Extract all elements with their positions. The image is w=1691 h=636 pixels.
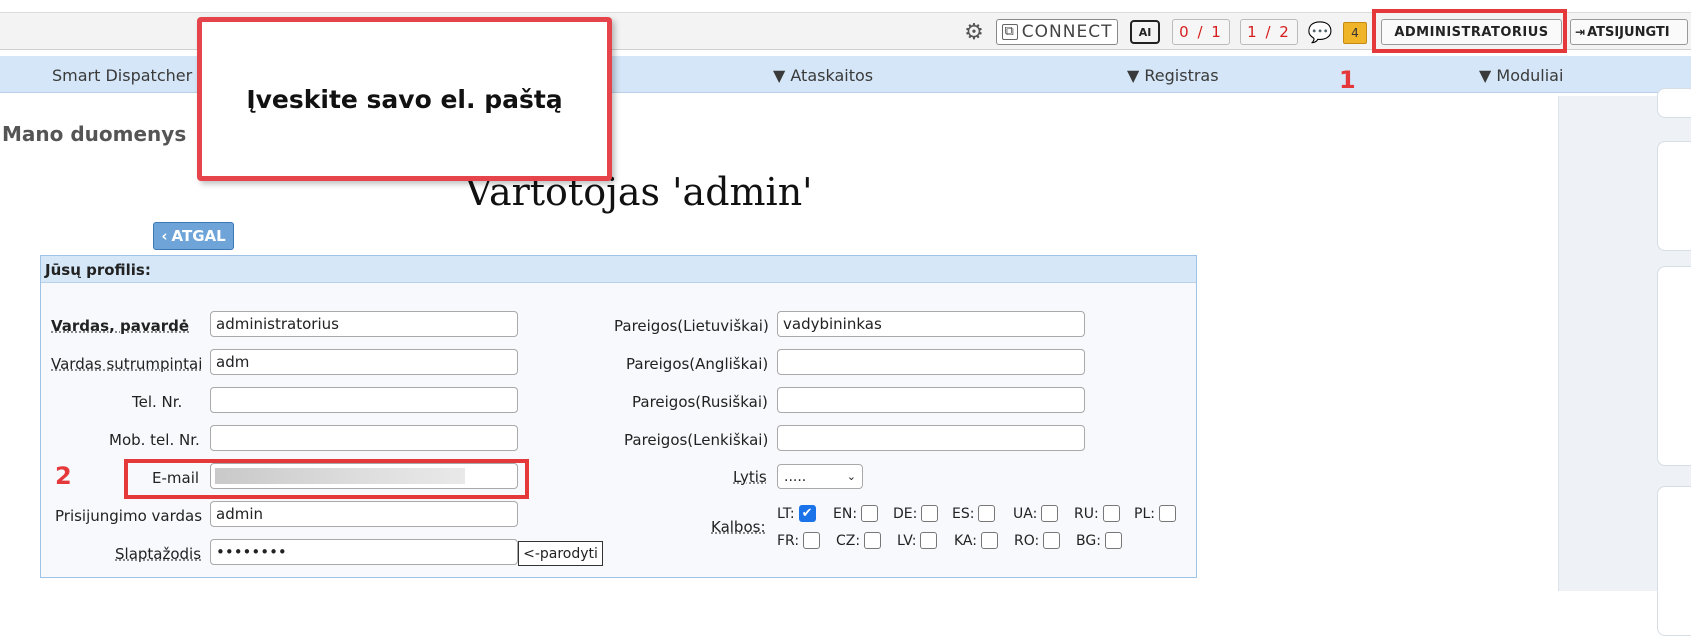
gear-icon[interactable]: ⚙ (960, 19, 988, 45)
languages-label: Kalbos: (711, 518, 766, 536)
position-pl-label: Pareigos(Lenkiškai) (624, 431, 769, 449)
counter-badge-2[interactable]: 1 / 2 (1240, 19, 1298, 45)
profile-form: Jūsų profilis: Vardas, pavardė Vardas su… (40, 255, 1197, 578)
lang-code: UA: (1013, 505, 1038, 522)
lang-code: FR: (777, 532, 800, 549)
profile-header: Jūsų profilis: (41, 256, 1196, 283)
lang-ua[interactable]: UA: (1013, 505, 1059, 522)
gender-select[interactable]: ..... ⌄ (777, 464, 863, 489)
mobile-label: Mob. tel. Nr. (109, 431, 200, 449)
lang-code: CZ: (836, 532, 861, 549)
lang-code: DE: (893, 505, 918, 522)
phone-input[interactable] (210, 387, 518, 413)
position-lt-label: Pareigos(Lietuviškai) (614, 317, 769, 335)
password-input[interactable] (210, 539, 518, 565)
chevron-down-icon: ⌄ (846, 470, 856, 483)
password-label: Slaptažodis (115, 545, 202, 563)
lang-bg[interactable]: BG: (1076, 532, 1122, 549)
lang-en[interactable]: EN: (833, 505, 879, 522)
notification-icon[interactable]: 4 (1343, 22, 1367, 44)
checkbox[interactable] (803, 532, 821, 549)
checkbox[interactable] (1102, 505, 1120, 522)
step-2-marker: 2 (55, 462, 72, 490)
mobile-input[interactable] (210, 425, 518, 451)
position-en-input[interactable] (777, 349, 1085, 375)
side-card (1657, 88, 1691, 118)
side-card (1657, 486, 1691, 636)
lang-code: LT: (777, 505, 795, 522)
checkbox[interactable] (864, 532, 882, 549)
checkbox[interactable] (1104, 532, 1122, 549)
lang-ka[interactable]: KA: (954, 532, 998, 549)
position-en-label: Pareigos(Angliškai) (626, 355, 769, 373)
checkbox[interactable] (921, 505, 939, 522)
right-side-panel (1558, 88, 1691, 636)
connect-icon: ⧉ (1001, 24, 1018, 40)
chat-icon[interactable]: 💬 (1306, 19, 1334, 45)
short-name-label: Vardas sutrumpintai (51, 355, 203, 373)
checkbox[interactable] (1043, 532, 1061, 549)
checkbox[interactable] (861, 505, 879, 522)
menu-item-smart-dispatcher[interactable]: Smart Dispatcher (52, 66, 192, 85)
lang-code: ES: (952, 505, 975, 522)
position-ru-label: Pareigos(Rusiškai) (632, 393, 768, 411)
lang-code: EN: (833, 505, 858, 522)
counter-badge-1[interactable]: 0 / 1 (1172, 19, 1230, 45)
login-name-label: Prisijungimo vardas (55, 507, 203, 525)
chevron-left-icon: ‹ (161, 227, 168, 245)
gender-value: ..... (784, 468, 807, 485)
section-title: Mano duomenys (2, 122, 187, 146)
position-lt-input[interactable] (777, 311, 1085, 337)
checkbox[interactable] (978, 505, 996, 522)
side-card (1657, 141, 1691, 251)
checkbox[interactable] (980, 532, 998, 549)
step-1-marker: 1 (1339, 66, 1356, 94)
back-label: ATGAL (171, 227, 226, 245)
lang-code: PL: (1134, 505, 1155, 522)
menu-item-registras[interactable]: ▼ Registras (1127, 66, 1219, 85)
position-ru-input[interactable] (777, 387, 1085, 413)
checkbox[interactable] (1041, 505, 1059, 522)
lang-es[interactable]: ES: (952, 505, 996, 522)
login-name-input[interactable] (210, 501, 518, 527)
connect-label: CONNECT (1021, 22, 1113, 42)
phone-label: Tel. Nr. (132, 393, 183, 411)
lang-ro[interactable]: RO: (1014, 532, 1061, 549)
lang-code: RO: (1014, 532, 1040, 549)
lang-pl[interactable]: PL: (1134, 505, 1176, 522)
logout-icon: ⇥ (1575, 25, 1586, 39)
instruction-tooltip: Įveskite savo el. paštą (197, 17, 612, 181)
lang-lt[interactable]: LT: ✔ (777, 505, 816, 522)
checkbox[interactable] (920, 532, 938, 549)
lang-ru[interactable]: RU: (1074, 505, 1120, 522)
side-card (1657, 266, 1691, 466)
checkbox[interactable] (1158, 505, 1176, 522)
short-name-input[interactable] (210, 349, 518, 375)
checkbox-checked[interactable]: ✔ (798, 505, 816, 522)
lang-fr[interactable]: FR: (777, 532, 821, 549)
lang-code: RU: (1074, 505, 1099, 522)
lang-code: LV: (897, 532, 917, 549)
email-highlight-box (124, 459, 529, 499)
lang-code: BG: (1076, 532, 1101, 549)
connect-button[interactable]: ⧉ CONNECT (996, 19, 1118, 45)
lang-code: KA: (954, 532, 977, 549)
full-name-input[interactable] (210, 311, 518, 337)
position-pl-input[interactable] (777, 425, 1085, 451)
logout-label: ATSIJUNGTI (1587, 24, 1670, 40)
back-button[interactable]: ‹ ATGAL (153, 222, 234, 250)
lang-lv[interactable]: LV: (897, 532, 938, 549)
administrator-highlight-box (1372, 9, 1567, 53)
lang-de[interactable]: DE: (893, 505, 939, 522)
gender-label: Lytis (733, 468, 767, 486)
show-password-button[interactable]: <-parodyti (518, 541, 603, 566)
lang-cz[interactable]: CZ: (836, 532, 882, 549)
ai-chip-icon[interactable]: AI (1130, 20, 1160, 44)
menu-item-moduliai[interactable]: ▼ Moduliai (1479, 66, 1563, 85)
menu-item-ataskaitos[interactable]: ▼ Ataskaitos (773, 66, 873, 85)
logout-button[interactable]: ⇥ ATSIJUNGTI (1570, 19, 1688, 45)
full-name-label: Vardas, pavardė (51, 317, 190, 335)
